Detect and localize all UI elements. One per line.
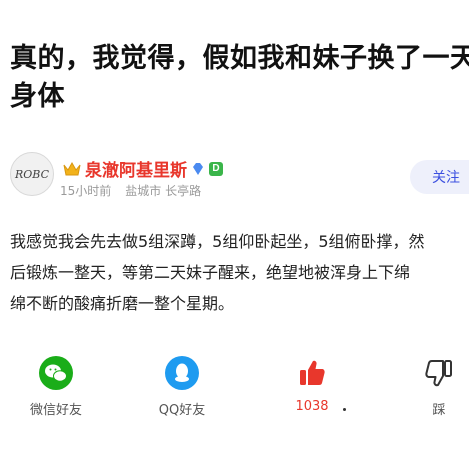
like-count: 1038 xyxy=(295,399,329,414)
thumbs-down-icon xyxy=(425,360,452,387)
diamond-icon xyxy=(193,162,203,175)
share-wechat-button[interactable]: 微信好友 xyxy=(24,355,88,418)
stray-dot xyxy=(343,408,346,411)
action-bar: 微信好友 QQ好友 1038 踩 xyxy=(0,355,469,425)
follow-button[interactable]: 关注 xyxy=(410,160,469,194)
level-badge-icon: D xyxy=(209,161,223,176)
author-row: 泉澈阿基里斯 D xyxy=(63,156,223,181)
dislike-label: 踩 xyxy=(432,403,446,418)
author-name[interactable]: 泉澈阿基里斯 xyxy=(85,156,187,181)
thumbs-up-icon xyxy=(300,360,325,385)
like-button[interactable]: 1038 xyxy=(280,355,344,414)
post-time: 15小时前 xyxy=(60,184,112,198)
author-avatar[interactable]: ROBC xyxy=(10,152,54,196)
share-qq-button[interactable]: QQ好友 xyxy=(150,355,214,418)
post-title: 真的，我觉得，假如我和妹子换了一天 身体 xyxy=(10,43,469,112)
follow-label: 关注 xyxy=(432,170,460,186)
avatar-text: ROBC xyxy=(14,167,49,181)
dislike-button[interactable]: 踩 xyxy=(407,355,469,418)
post-content: 我感觉我会先去做5组深蹲，5组仰卧起坐，5组俯卧撑，然 后锻炼一整天，等第二天妹… xyxy=(10,232,425,313)
post-location: 盐城市 长亭路 xyxy=(125,184,202,198)
qq-icon xyxy=(165,356,199,390)
wechat-icon xyxy=(39,356,73,390)
share-qq-label: QQ好友 xyxy=(158,403,206,418)
post-meta: 15小时前 盐城市 长亭路 xyxy=(60,182,201,199)
crown-icon xyxy=(63,161,81,175)
share-wechat-label: 微信好友 xyxy=(29,403,82,418)
